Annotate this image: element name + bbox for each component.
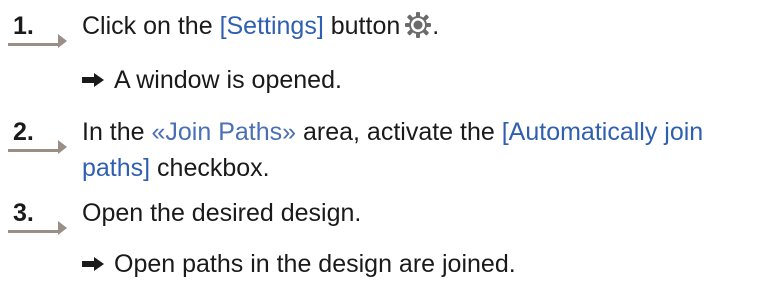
result-text: A window is opened. (114, 66, 342, 94)
step-text-part: area, activate the (296, 118, 502, 146)
step-number: 1. (13, 12, 34, 40)
instruction-document: 1. Click on the [Settings] button . A wi… (0, 0, 773, 282)
step-arrow-icon (58, 221, 67, 235)
step-text: Click on the [Settings] button . (82, 8, 772, 49)
step-arrow-icon (58, 140, 67, 154)
step-underline (8, 149, 58, 152)
step-number: 2. (13, 118, 34, 146)
gear-icon (404, 11, 432, 49)
settings-button-label: [Settings] (219, 12, 324, 40)
step-text: In the «Join Paths» area, activate the [… (82, 114, 772, 186)
step-arrow-icon (58, 34, 67, 48)
result-1: A window is opened. (82, 62, 342, 98)
step-underline (8, 43, 58, 46)
result-text: Open paths in the design are joined. (114, 250, 516, 278)
step-marker: 2. (4, 114, 70, 154)
step-text-part: In the (82, 118, 152, 146)
step-text: Open the desired design. (82, 199, 362, 227)
step-text-part: button (323, 12, 401, 40)
step-marker: 1. (4, 8, 70, 48)
result-arrow-icon (82, 73, 104, 87)
step-text-part: . (432, 12, 440, 40)
join-paths-area-label: «Join Paths» (151, 118, 297, 146)
result-arrow-icon (82, 257, 104, 271)
step-marker: 3. (4, 195, 70, 235)
step-underline (8, 230, 58, 233)
step-text-part: checkbox. (150, 154, 270, 182)
step-text-part: Click on the (82, 12, 220, 40)
step-number: 3. (13, 199, 34, 227)
result-2: Open paths in the design are joined. (82, 246, 516, 282)
